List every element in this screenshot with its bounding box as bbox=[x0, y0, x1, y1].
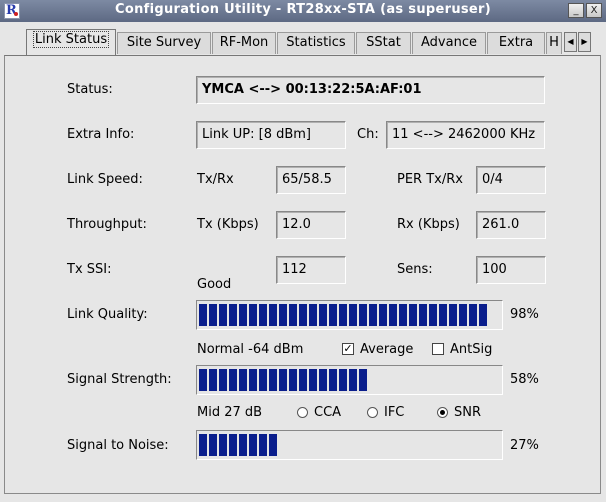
tab-extra[interactable]: Extra bbox=[487, 32, 545, 54]
cca-label: CCA bbox=[314, 405, 342, 420]
tab-scroll-right-icon[interactable]: ▶ bbox=[578, 32, 591, 52]
tx-kbps-field: 12.0 bbox=[276, 211, 346, 239]
throughput-label: Throughput: bbox=[67, 217, 147, 232]
signal-noise-fill bbox=[199, 434, 277, 456]
cca-radio[interactable] bbox=[297, 407, 308, 418]
tab-advance[interactable]: Advance bbox=[412, 32, 486, 54]
tx-kbps-label: Tx (Kbps) bbox=[197, 217, 259, 232]
tab-rf-mon[interactable]: RF-Mon bbox=[212, 32, 276, 54]
title-bar[interactable]: R Configuration Utility - RT28xx-STA (as… bbox=[0, 0, 606, 22]
rx-kbps-field: 261.0 bbox=[476, 211, 546, 239]
signal-noise-label: Signal to Noise: bbox=[67, 438, 169, 453]
tab-sstat[interactable]: SStat bbox=[356, 32, 411, 54]
rx-kbps-label: Rx (Kbps) bbox=[397, 217, 460, 232]
signal-strength-percent: 58% bbox=[510, 372, 539, 387]
ifc-label: IFC bbox=[384, 405, 405, 420]
average-label: Average bbox=[360, 342, 414, 357]
tx-ssi-field: 112 bbox=[276, 256, 346, 284]
signal-strength-bar bbox=[196, 365, 503, 395]
snr-radio[interactable] bbox=[437, 407, 448, 418]
close-button[interactable]: X bbox=[586, 3, 602, 18]
tab-statistics[interactable]: Statistics bbox=[277, 32, 355, 54]
extra-info-label: Extra Info: bbox=[67, 127, 135, 142]
average-checkbox[interactable]: ✓ bbox=[342, 343, 354, 355]
minimize-button[interactable]: _ bbox=[568, 3, 584, 18]
status-label: Status: bbox=[67, 82, 113, 97]
link-speed-label: Link Speed: bbox=[67, 172, 143, 187]
tx-ssi-label: Tx SSI: bbox=[67, 262, 112, 277]
tab-strip: Link Status Site Survey RF-Mon Statistic… bbox=[4, 28, 602, 56]
link-quality-caption: Good bbox=[197, 277, 232, 292]
window-title: Configuration Utility - RT28xx-STA (as s… bbox=[115, 2, 491, 17]
tab-link-status[interactable]: Link Status bbox=[26, 29, 116, 55]
tx-rx-label: Tx/Rx bbox=[197, 172, 234, 187]
signal-noise-percent: 27% bbox=[510, 438, 539, 453]
link-quality-bar bbox=[196, 300, 503, 330]
per-field: 0/4 bbox=[476, 166, 546, 194]
channel-field: 11 <--> 2462000 KHz bbox=[386, 121, 545, 149]
signal-strength-label: Signal Strength: bbox=[67, 372, 172, 387]
ifc-radio[interactable] bbox=[367, 407, 378, 418]
extra-info-field: Link UP: [8 dBm] bbox=[196, 121, 346, 149]
snr-label: SNR bbox=[454, 405, 482, 420]
sens-label: Sens: bbox=[397, 262, 433, 277]
signal-strength-caption: Normal -64 dBm bbox=[197, 342, 304, 357]
link-speed-field: 65/58.5 bbox=[276, 166, 346, 194]
tab-h[interactable]: H bbox=[546, 32, 562, 54]
link-quality-percent: 98% bbox=[510, 307, 539, 322]
status-field: YMCA <--> 00:13:22:5A:AF:01 bbox=[196, 76, 545, 104]
link-quality-fill bbox=[199, 304, 487, 326]
tab-scroll-left-icon[interactable]: ◀ bbox=[564, 32, 577, 52]
per-tx-rx-label: PER Tx/Rx bbox=[397, 172, 463, 187]
signal-strength-fill bbox=[199, 369, 367, 391]
channel-label: Ch: bbox=[357, 127, 379, 142]
signal-noise-caption: Mid 27 dB bbox=[197, 405, 263, 420]
tab-site-survey[interactable]: Site Survey bbox=[117, 32, 211, 54]
antsig-label: AntSig bbox=[450, 342, 493, 357]
link-quality-label: Link Quality: bbox=[67, 307, 148, 322]
signal-noise-bar bbox=[196, 430, 503, 460]
sens-field: 100 bbox=[476, 256, 546, 284]
antsig-checkbox[interactable] bbox=[432, 343, 444, 355]
